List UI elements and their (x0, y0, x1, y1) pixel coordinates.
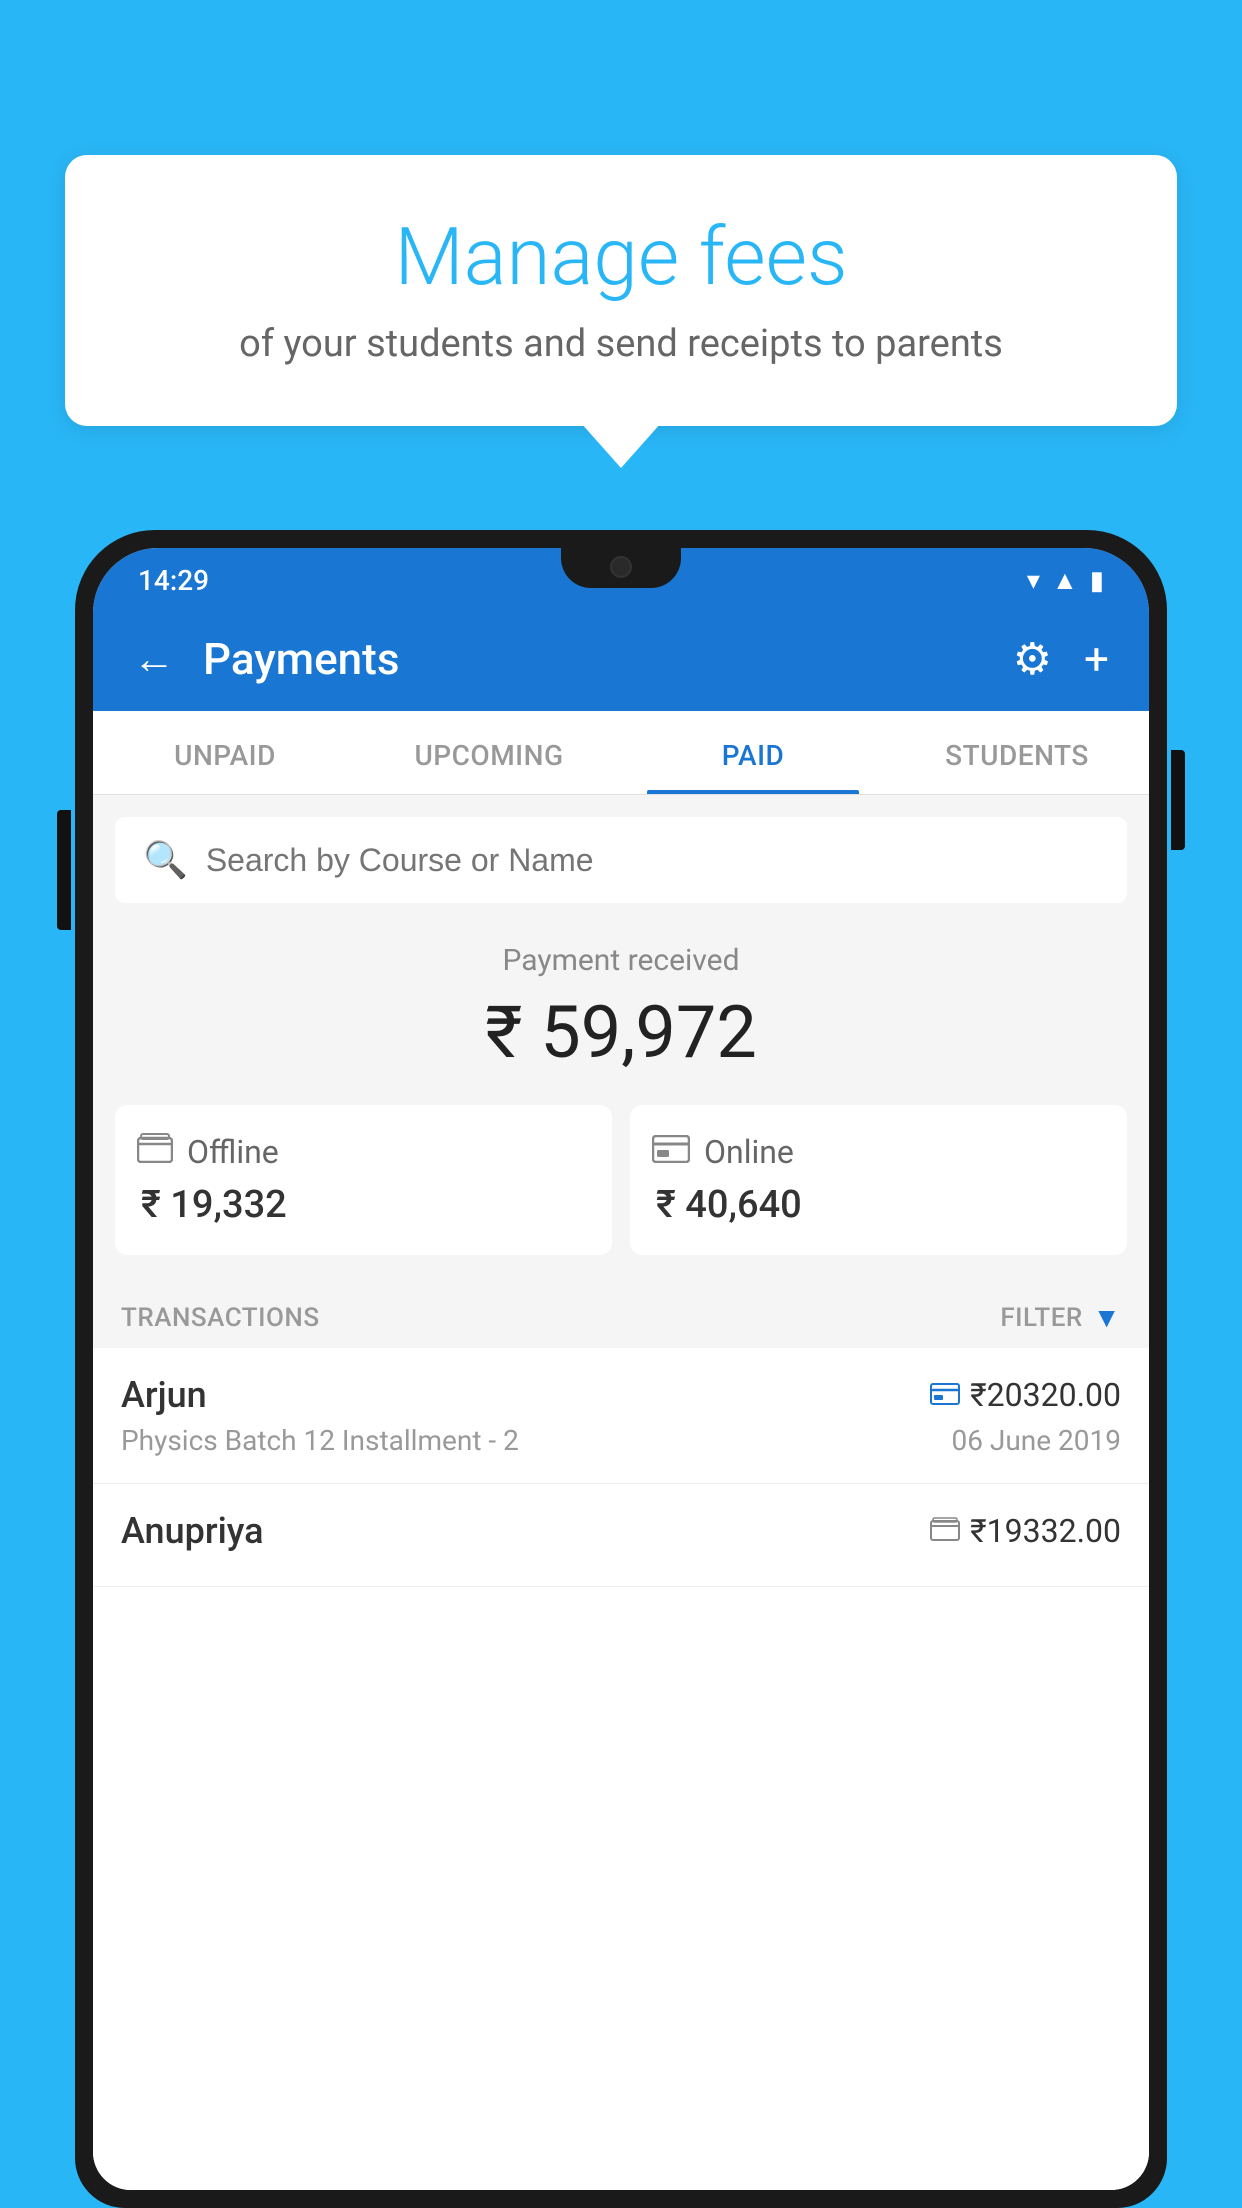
transaction-item: Arjun ₹20320.00 (93, 1348, 1149, 1484)
tab-unpaid[interactable]: UNPAID (93, 711, 357, 794)
speech-bubble-container: Manage fees of your students and send re… (65, 155, 1177, 426)
search-icon: 🔍 (143, 839, 188, 881)
phone-screen: 14:29 ▾ ▲ ▮ ← Payments ⚙ + (93, 548, 1149, 2190)
transaction-name: Arjun (121, 1374, 207, 1416)
transaction-amount-row: ₹20320.00 (930, 1376, 1121, 1414)
transaction-item: Anupriya ₹19332.00 (93, 1484, 1149, 1587)
transaction-amount-row: ₹19332.00 (930, 1512, 1121, 1550)
app-bar-right: ⚙ + (1013, 633, 1109, 685)
battery-icon: ▮ (1090, 566, 1104, 596)
payment-summary: Payment received ₹ 59,972 (93, 903, 1149, 1105)
payment-cards: Offline ₹ 19,332 (93, 1105, 1149, 1283)
tab-upcoming[interactable]: UPCOMING (357, 711, 621, 794)
transaction-amount: ₹19332.00 (970, 1512, 1121, 1550)
phone-outer: 14:29 ▾ ▲ ▮ ← Payments ⚙ + (75, 530, 1167, 2208)
transactions-label: TRANSACTIONS (121, 1303, 320, 1333)
payment-label: Payment received (123, 943, 1119, 978)
filter-label: FILTER (1000, 1303, 1082, 1333)
offline-icon (137, 1133, 173, 1171)
add-icon[interactable]: + (1084, 633, 1109, 685)
search-bar: 🔍 (115, 817, 1127, 903)
status-time: 14:29 (138, 564, 209, 597)
transaction-row-2: Physics Batch 12 Installment - 2 06 June… (121, 1424, 1121, 1457)
transaction-row-1: Arjun ₹20320.00 (121, 1374, 1121, 1416)
app-bar-left: ← Payments (133, 633, 399, 685)
phone-notch (561, 548, 681, 588)
transaction-amount: ₹20320.00 (970, 1376, 1121, 1414)
signal-icon: ▲ (1052, 565, 1078, 596)
transaction-date: 06 June 2019 (951, 1424, 1121, 1457)
tabs-container: UNPAID UPCOMING PAID STUDENTS (93, 711, 1149, 795)
search-input[interactable] (206, 842, 1099, 879)
wifi-icon: ▾ (1027, 566, 1040, 596)
payment-amount: ₹ 59,972 (123, 990, 1119, 1075)
app-bar-title: Payments (203, 633, 399, 685)
transaction-name: Anupriya (121, 1510, 264, 1552)
app-bar: ← Payments ⚙ + (93, 607, 1149, 711)
content-area: 🔍 Payment received ₹ 59,972 (93, 795, 1149, 2190)
offline-amount: ₹ 19,332 (137, 1183, 590, 1227)
transaction-row-1: Anupriya ₹19332.00 (121, 1510, 1121, 1552)
status-icons: ▾ ▲ ▮ (1027, 565, 1104, 596)
bubble-title: Manage fees (125, 210, 1117, 304)
online-icon (652, 1133, 690, 1171)
online-label: Online (704, 1133, 794, 1171)
offline-card: Offline ₹ 19,332 (115, 1105, 612, 1255)
transactions-header: TRANSACTIONS FILTER ▼ (93, 1283, 1149, 1348)
online-card: Online ₹ 40,640 (630, 1105, 1127, 1255)
filter-button[interactable]: FILTER ▼ (1000, 1301, 1121, 1334)
phone-camera (610, 556, 632, 578)
back-button[interactable]: ← (133, 635, 175, 684)
tab-paid[interactable]: PAID (621, 711, 885, 794)
phone-device: 14:29 ▾ ▲ ▮ ← Payments ⚙ + (75, 530, 1167, 2208)
offline-payment-icon (930, 1515, 960, 1548)
speech-bubble: Manage fees of your students and send re… (65, 155, 1177, 426)
tab-students[interactable]: STUDENTS (885, 711, 1149, 794)
transaction-desc: Physics Batch 12 Installment - 2 (121, 1424, 519, 1457)
offline-card-header: Offline (137, 1133, 590, 1171)
settings-icon[interactable]: ⚙ (1013, 633, 1052, 685)
offline-label: Offline (187, 1133, 279, 1171)
transactions-list: Arjun ₹20320.00 (93, 1348, 1149, 2190)
online-card-header: Online (652, 1133, 1105, 1171)
online-amount: ₹ 40,640 (652, 1183, 1105, 1227)
bubble-subtitle: of your students and send receipts to pa… (125, 322, 1117, 366)
filter-icon: ▼ (1093, 1301, 1121, 1334)
credit-card-icon (930, 1379, 960, 1412)
